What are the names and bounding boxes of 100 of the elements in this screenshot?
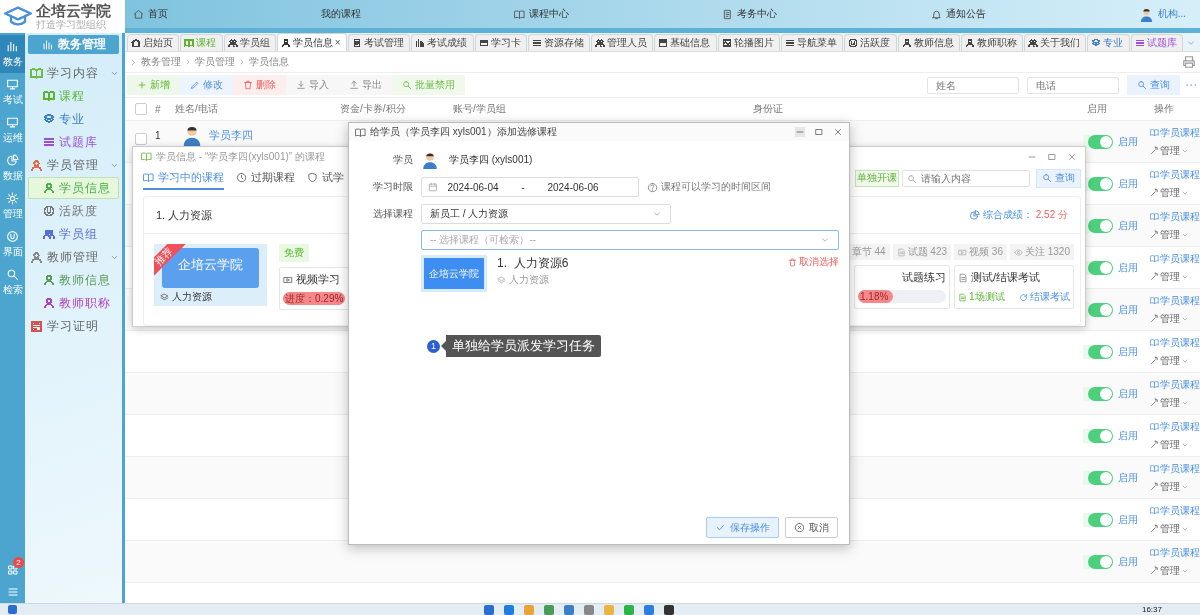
tab[interactable]: 教师职称 (960, 34, 1024, 51)
tab[interactable]: 过期课程 (236, 166, 295, 190)
menu-item[interactable]: 教师信息 (28, 269, 119, 291)
menu-item[interactable]: 教师职称 (28, 292, 119, 314)
nav-link[interactable]: 我的课程 (321, 7, 362, 21)
toggle-switch[interactable] (1088, 218, 1113, 233)
input-field[interactable]: 姓名 (927, 76, 1019, 94)
toggle-switch[interactable] (1088, 344, 1113, 359)
manage-dropdown[interactable]: 管理 (1150, 185, 1200, 200)
menu-item[interactable]: 专业 (28, 108, 119, 130)
toggle-switch[interactable] (1088, 470, 1113, 485)
nav-link[interactable]: 通知公告 (930, 7, 986, 21)
menu-item[interactable]: 学员组 (28, 223, 119, 245)
student-courses-link[interactable]: 学员课程 (1150, 461, 1200, 476)
breadcrumb-link[interactable]: 教务管理 (141, 55, 181, 69)
student-courses-link[interactable]: 学员课程 (1150, 293, 1200, 308)
open-course-button[interactable]: 单独开课 (855, 169, 899, 187)
menu-group[interactable]: 学员管理 (28, 154, 119, 176)
final-exam-link[interactable]: 结课考试 (1019, 290, 1070, 304)
breadcrumb-link[interactable]: 学员信息 (249, 55, 289, 69)
menu-item[interactable]: 试题库 (28, 131, 119, 153)
tab[interactable]: 教师信息 (897, 34, 960, 51)
toggle-switch[interactable] (1088, 428, 1113, 443)
toolbar-button[interactable]: 导出 (339, 75, 392, 95)
rail-item[interactable]: 数据 (0, 149, 25, 187)
toggle-switch[interactable] (1088, 176, 1113, 191)
student-courses-link[interactable]: 学员课程 (1150, 503, 1200, 518)
input-field[interactable]: 电话 (1027, 76, 1119, 94)
rail-item[interactable]: 管理 (0, 187, 25, 225)
toolbar-button[interactable]: 删除 (233, 75, 286, 95)
course-select[interactable]: -- 选择课程（可检索）-- (421, 230, 839, 250)
manage-dropdown[interactable]: 管理 (1150, 143, 1200, 158)
student-name-link[interactable]: 学员李四 (209, 127, 253, 143)
rail-item[interactable]: 界面 (0, 225, 25, 263)
manage-dropdown[interactable]: 管理 (1150, 227, 1200, 242)
tab[interactable]: 专业 (1087, 34, 1130, 51)
toggle-switch[interactable] (1088, 386, 1113, 401)
checkbox[interactable] (135, 103, 147, 115)
user-menu[interactable]: 机构... (1138, 6, 1186, 22)
nav-link[interactable]: 考务中心 (722, 7, 778, 21)
remove-link[interactable]: 取消选择 (788, 255, 839, 269)
tab[interactable]: 试学 (307, 166, 344, 190)
tab[interactable]: 学员信息 × (276, 33, 347, 51)
menu-group[interactable]: 教师管理 (28, 246, 119, 268)
tab[interactable]: 考试成绩 (411, 34, 474, 51)
tab[interactable]: 关于我们 (1024, 34, 1087, 51)
toggle-switch[interactable] (1088, 134, 1113, 149)
student-courses-link[interactable]: 学员课程 (1150, 419, 1200, 434)
manage-dropdown[interactable]: 管理 (1150, 269, 1200, 284)
test-count-link[interactable]: 1场测试 (958, 290, 1005, 304)
toggle-switch[interactable] (1088, 302, 1113, 317)
section-header-button[interactable]: 教务管理 (28, 35, 119, 54)
student-courses-link[interactable]: 学员课程 (1150, 251, 1200, 266)
tab[interactable]: 基础信息 (654, 34, 717, 51)
checkbox[interactable] (135, 133, 147, 145)
breadcrumb-link[interactable]: 学员管理 (195, 55, 235, 69)
tab[interactable]: 学员组 (223, 34, 276, 51)
search-field[interactable]: 请输入内容 (902, 169, 1030, 187)
tab[interactable]: 学习中的课程 (143, 166, 224, 190)
toolbar-button[interactable]: 新增 (127, 75, 180, 95)
tab[interactable]: 考试管理 (347, 34, 411, 51)
toolbar-button[interactable]: 修改 (180, 75, 233, 95)
tab[interactable]: 轮播图片 (717, 34, 780, 51)
nav-link[interactable]: 课程中心 (514, 7, 570, 21)
rail-item[interactable]: 教务 (0, 35, 25, 73)
category-select[interactable]: 新员工 / 人力资源 (421, 204, 671, 224)
tab[interactable]: 资源存储 (527, 34, 591, 51)
toggle-switch[interactable] (1088, 512, 1113, 527)
tab[interactable]: 学习卡 (474, 34, 527, 51)
manage-dropdown[interactable]: 管理 (1150, 395, 1200, 410)
manage-dropdown[interactable]: 管理 (1150, 479, 1200, 494)
tab[interactable]: 课程 (180, 34, 223, 51)
cancel-button[interactable]: 取消 (785, 517, 838, 538)
menu-group[interactable]: 学习内容 (28, 62, 119, 84)
tab[interactable]: 试题库 (1130, 34, 1183, 51)
search-button[interactable]: 查询 (1036, 168, 1081, 188)
menu-item[interactable]: 课程 (28, 85, 119, 107)
toolbar-button[interactable]: 导入 (286, 75, 339, 95)
rail-item[interactable]: 考试 (0, 73, 25, 111)
tab[interactable]: 管理人员 (591, 34, 654, 51)
manage-dropdown[interactable]: 管理 (1150, 353, 1200, 368)
save-button[interactable]: 保存操作 (706, 517, 779, 538)
tab[interactable]: 导航菜单 (780, 34, 844, 51)
app-icon[interactable] (664, 605, 675, 615)
search-button[interactable]: 查询 (1127, 75, 1180, 95)
date-range-field[interactable]: 2024-06-04 - 2024-06-06 (421, 177, 639, 197)
student-courses-link[interactable]: 学员课程 (1150, 377, 1200, 392)
student-courses-link[interactable]: 学员课程 (1150, 209, 1200, 224)
menu-item[interactable]: 学员信息 (28, 177, 119, 199)
rail-item[interactable]: 检索 (0, 263, 25, 301)
student-courses-link[interactable]: 学员课程 (1150, 125, 1200, 140)
manage-dropdown[interactable]: 管理 (1150, 437, 1200, 452)
menu-group[interactable]: 学习证明 (28, 315, 119, 337)
toolbar-button[interactable]: 批量禁用 (392, 75, 465, 95)
manage-dropdown[interactable]: 管理 (1150, 563, 1200, 578)
student-courses-link[interactable]: 学员课程 (1150, 335, 1200, 350)
tab[interactable]: 启始页 (127, 34, 180, 51)
tab[interactable]: 活跃度 (844, 34, 897, 51)
nav-link[interactable]: 首页 (133, 7, 168, 21)
tab-close-button[interactable]: × (334, 37, 341, 48)
